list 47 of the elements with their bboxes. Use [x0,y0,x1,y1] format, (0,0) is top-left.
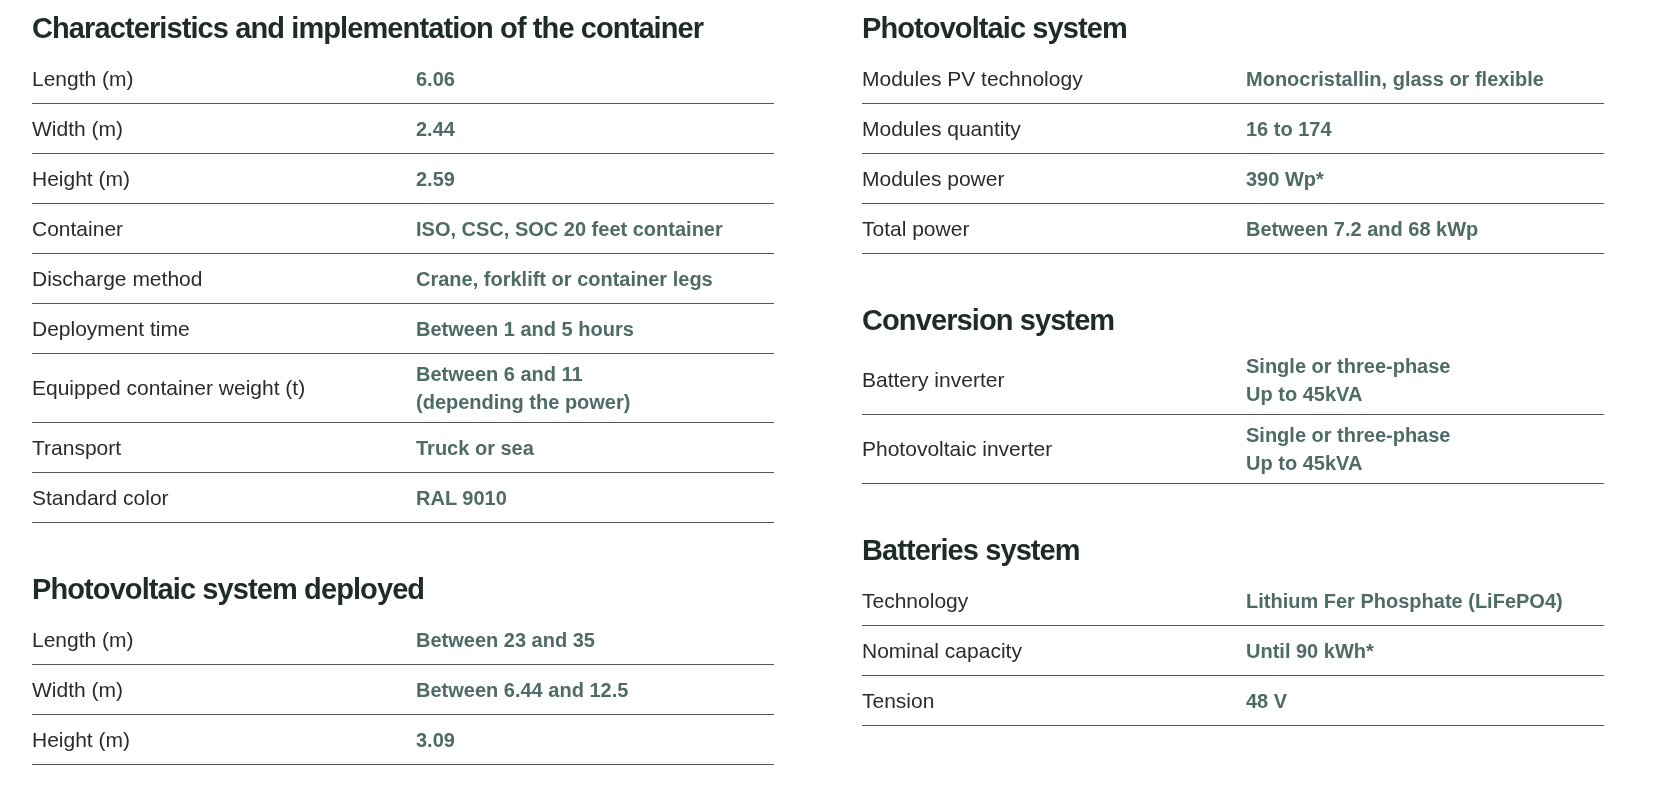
spec-label: Modules power [862,166,1006,191]
spec-value: Crane, forklift or container legs [416,266,714,292]
spec-label: Tension [862,688,936,713]
spec-value: 2.44 [416,116,456,142]
section-heading: Photovoltaic system [862,11,1128,46]
spec-label: Container [32,216,125,241]
spec-label: Width (m) [32,116,124,141]
spec-value: Monocristallin, glass or flexible [1246,66,1545,92]
spec-value: 16 to 174 [1246,116,1333,142]
spec-value: Truck or sea [416,435,535,461]
spec-label: Equipped container weight (t) [32,376,307,400]
spec-label: Width (m) [32,677,124,702]
spec-label: Technology [862,588,970,613]
spec-label: Battery inverter [862,368,1006,392]
spec-label: Photovoltaic inverter [862,437,1054,461]
spec-value: Between 23 and 35 [416,627,596,653]
section-heading: Batteries system [862,533,1081,568]
spec-label: Height (m) [32,727,132,752]
section-heading: Conversion system [862,303,1116,338]
spec-value: 6.06 [416,66,456,92]
spec-value: Single or three-phase Up to 45kVA [1246,423,1452,476]
spec-label: Deployment time [32,316,191,341]
spec-value: Between 7.2 and 68 kWp [1246,216,1480,242]
spec-label: Discharge method [32,266,204,291]
spec-label: Modules quantity [862,116,1022,141]
spec-value: RAL 9010 [416,485,508,511]
spec-value: Until 90 kWh* [1246,638,1375,664]
spec-value: 2.59 [416,166,456,192]
spec-value: 3.09 [416,727,456,753]
spec-value: Single or three-phase Up to 45kVA [1246,354,1452,407]
spec-value: Between 6 and 11 (depending the power) [416,362,632,415]
spec-label: Total power [862,216,971,241]
section-heading: Characteristics and implementation of the container [32,11,705,46]
spec-label: Length (m) [32,66,135,91]
spec-value: Between 6.44 and 12.5 [416,677,630,703]
spec-value: Between 1 and 5 hours [416,316,635,342]
spec-label: Standard color [32,485,170,510]
spec-label: Height (m) [32,166,132,191]
spec-value: ISO, CSC, SOC 20 feet container [416,216,724,242]
spec-label: Nominal capacity [862,638,1023,663]
spec-value: 390 Wp* [1246,166,1325,192]
spec-value: Lithium Fer Phosphate (LiFePO4) [1246,588,1564,614]
spec-label: Modules PV technology [862,66,1084,91]
spec-label: Transport [32,435,123,460]
spec-label: Length (m) [32,627,135,652]
spec-value: 48 V [1246,688,1289,714]
section-heading: Photovoltaic system deployed [32,572,426,607]
